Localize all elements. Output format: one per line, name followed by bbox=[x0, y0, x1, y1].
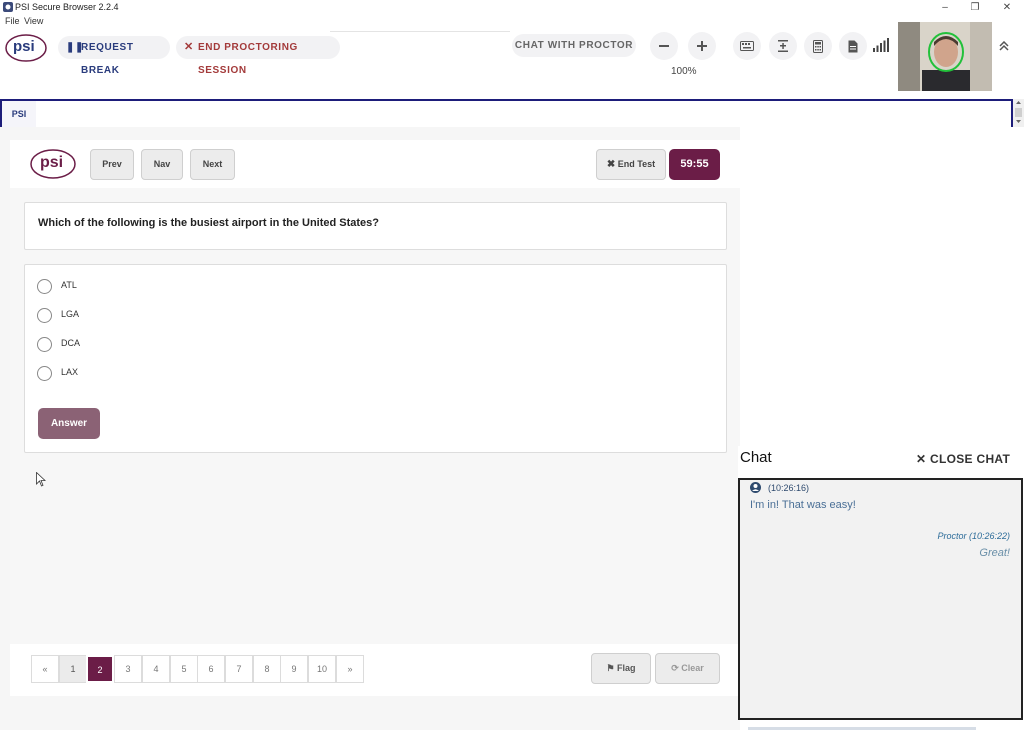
options-card bbox=[24, 264, 727, 453]
minimize-icon[interactable]: – bbox=[930, 0, 960, 15]
chat-message-time: (10:26:16) bbox=[768, 483, 810, 493]
page-4[interactable]: 4 bbox=[142, 655, 170, 683]
page-5[interactable]: 5 bbox=[170, 655, 198, 683]
app-icon bbox=[3, 2, 13, 12]
title-bar: PSI Secure Browser 2.2.4 – ❐ ✕ bbox=[0, 0, 1024, 15]
chat-message-text: I'm in! That was easy! bbox=[750, 499, 856, 511]
text-height-icon[interactable] bbox=[769, 32, 797, 60]
radio-button[interactable] bbox=[37, 337, 52, 352]
signal-icon bbox=[873, 38, 889, 52]
option-label: DCA bbox=[61, 338, 81, 348]
menu-view[interactable]: View bbox=[24, 16, 43, 26]
psi-logo: psi bbox=[5, 34, 47, 62]
close-icon: ✕ bbox=[916, 452, 927, 466]
chat-messages[interactable] bbox=[738, 478, 1023, 720]
option-label: ATL bbox=[61, 280, 77, 290]
webcam-image bbox=[898, 22, 992, 91]
timer: 59:55 bbox=[669, 149, 720, 180]
end-session-label: END PROCTORING SESSION bbox=[198, 42, 298, 76]
question-text: Which of the following is the busiest ai… bbox=[38, 217, 380, 229]
document-icon[interactable] bbox=[839, 32, 867, 60]
proctor-toolbar: psi ❚❚ REQUEST BREAK ✕ END PROCTORING SE… bbox=[0, 22, 1024, 100]
zoom-out-icon[interactable] bbox=[650, 32, 678, 60]
option-label: LGA bbox=[61, 309, 80, 319]
page-9[interactable]: 9 bbox=[280, 655, 308, 683]
clear-label: Clear bbox=[681, 663, 704, 673]
psi-logo-text: psi bbox=[13, 38, 35, 55]
mouse-cursor-icon bbox=[36, 472, 46, 487]
close-chat-label: CLOSE CHAT bbox=[930, 452, 1011, 466]
request-break-label: REQUEST BREAK bbox=[81, 42, 134, 76]
chat-proctor-text: Great! bbox=[979, 547, 1010, 559]
exam-logo-text: psi bbox=[40, 154, 64, 171]
chat-with-proctor-button[interactable]: CHAT WITH PROCTOR bbox=[512, 34, 636, 57]
radio-button[interactable] bbox=[37, 366, 52, 381]
webcam-preview bbox=[898, 22, 992, 91]
calculator-icon[interactable] bbox=[804, 32, 832, 60]
flag-icon: ⚑ bbox=[606, 663, 615, 673]
close-chat-button[interactable]: ✕ CLOSE CHAT bbox=[916, 452, 1010, 466]
toolbar-divider bbox=[330, 31, 510, 32]
flag-button[interactable]: ⚑ Flag bbox=[591, 653, 651, 684]
page-7[interactable]: 7 bbox=[225, 655, 253, 683]
page-6[interactable]: 6 bbox=[197, 655, 225, 683]
end-test-button[interactable]: ✖ End Test bbox=[596, 149, 666, 180]
refresh-icon: ⟳ bbox=[671, 663, 679, 673]
answer-button[interactable]: Answer bbox=[38, 408, 100, 439]
menu-file[interactable]: File bbox=[5, 16, 20, 26]
zoom-in-icon[interactable] bbox=[688, 32, 716, 60]
end-test-label: End Test bbox=[617, 159, 656, 169]
page-10[interactable]: 10 bbox=[308, 655, 336, 683]
nav-button[interactable]: Nav bbox=[141, 149, 183, 180]
user-avatar-icon bbox=[750, 482, 761, 493]
page-1[interactable]: 1 bbox=[59, 655, 87, 683]
option-label: LAX bbox=[61, 367, 79, 377]
page-8[interactable]: 8 bbox=[253, 655, 281, 683]
zoom-level: 100% bbox=[671, 66, 697, 77]
next-button[interactable]: Next bbox=[190, 149, 235, 180]
chat-proctor-time: Proctor (10:26:22) bbox=[937, 531, 1010, 541]
clear-button[interactable]: ⟳ Clear bbox=[655, 653, 720, 684]
tab-psi[interactable]: PSI bbox=[0, 101, 36, 127]
request-break-button[interactable]: ❚❚ REQUEST BREAK bbox=[58, 36, 170, 76]
pagination-prev[interactable]: « bbox=[31, 655, 59, 683]
x-icon: ✕ bbox=[184, 41, 194, 53]
scrollbar[interactable] bbox=[1013, 99, 1024, 127]
page-3[interactable]: 3 bbox=[114, 655, 142, 683]
tab-strip: PSI bbox=[0, 99, 1013, 127]
radio-button[interactable] bbox=[37, 279, 52, 294]
flag-label: Flag bbox=[617, 663, 636, 673]
scroll-arrows-icon bbox=[1015, 101, 1022, 123]
page-2[interactable]: 2 bbox=[86, 655, 114, 683]
restore-icon[interactable]: ❐ bbox=[960, 0, 990, 15]
close-window-icon[interactable]: ✕ bbox=[992, 0, 1022, 15]
collapse-icon[interactable] bbox=[990, 32, 1018, 60]
radio-button[interactable] bbox=[37, 308, 52, 323]
x-icon: ✖ bbox=[606, 159, 616, 170]
chat-title: Chat bbox=[740, 449, 772, 466]
pagination-next[interactable]: » bbox=[336, 655, 364, 683]
exam-psi-logo: psi bbox=[30, 149, 76, 179]
keyboard-icon[interactable] bbox=[733, 32, 761, 60]
prev-button[interactable]: Prev bbox=[90, 149, 134, 180]
window-title: PSI Secure Browser 2.2.4 bbox=[15, 2, 119, 12]
end-proctoring-session-button[interactable]: ✕ END PROCTORING SESSION bbox=[176, 36, 340, 76]
